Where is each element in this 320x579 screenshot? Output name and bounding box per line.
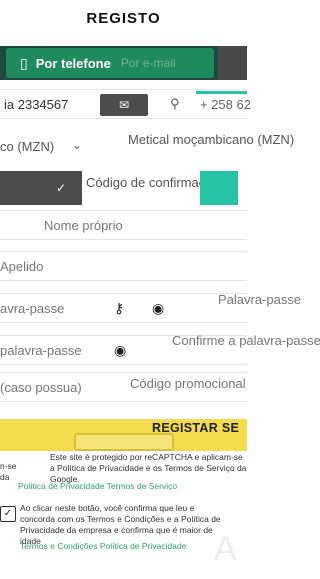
watermark-letter-icon: A — [214, 530, 237, 568]
phone-field[interactable]: ia 2334567 ✉ ⚲ + 258 62 — [0, 89, 251, 119]
promo-placeholder-left: (caso possua) — [0, 380, 82, 395]
page-title: REGISTO — [86, 10, 161, 27]
confirmation-code-row: ✓ Código de confirmação — [0, 171, 247, 205]
mail-icon-button[interactable]: ✉ — [100, 94, 148, 116]
tab-by-phone[interactable]: ▯ Por telefone Por e-mail — [6, 48, 214, 78]
phone-icon: ▯ — [20, 54, 28, 71]
eye-off-icon[interactable]: ◉ — [114, 342, 126, 359]
registration-tabs: ▯ Por telefone Por e-mail — [0, 46, 247, 80]
flag-icon: ⚲ — [170, 96, 180, 111]
promo-placeholder-right: Código promocional — [130, 376, 246, 391]
tab-by-email[interactable] — [218, 46, 247, 80]
first-name-placeholder: Nome próprio — [44, 218, 123, 233]
promo-code-field[interactable]: (caso possua) Código promocional — [0, 372, 247, 402]
currency-value: Metical moçambicano (MZN) — [128, 132, 295, 147]
last-name-placeholder: Apelido — [0, 259, 44, 274]
check-icon: ✓ — [55, 181, 67, 195]
last-name-field[interactable]: Apelido — [0, 251, 247, 281]
phone-number-value: ia 2334567 — [4, 97, 69, 112]
code-accent — [200, 171, 238, 205]
password-placeholder-left: avra-passe — [0, 301, 65, 316]
first-name-field[interactable]: Nome próprio — [0, 210, 247, 240]
phone-prefix: + 258 62 — [200, 97, 251, 112]
chevron-down-icon: ⌄ — [72, 138, 83, 152]
eye-off-icon[interactable]: ◉ — [152, 300, 164, 317]
send-code-button[interactable]: ✓ — [0, 171, 82, 205]
tab-ghost-label: Por e-mail — [120, 56, 176, 70]
ghost-policy-links[interactable]: Política de Privacidade Termos de Serviç… — [18, 481, 247, 492]
confirm-password-placeholder-left: palavra-passe — [0, 343, 82, 358]
currency-select[interactable]: co (MZN) ⌄ Metical moçambicano (MZN) — [0, 129, 294, 163]
currency-value-left: co (MZN) — [0, 139, 55, 154]
left-snippet: n-se da — [0, 461, 17, 482]
accent-bar — [196, 91, 247, 94]
register-button[interactable]: REGISTAR SE — [0, 419, 247, 451]
ghost-consent-links[interactable]: Termos e Condições Política de Privacida… — [20, 541, 220, 552]
key-icon: ⚷ — [114, 300, 125, 316]
register-button-ghost — [74, 433, 174, 451]
password-field[interactable]: avra-passe ⚷ ◉ Palavra-passe — [0, 292, 301, 323]
tab-by-phone-label: Por telefone — [35, 55, 111, 71]
password-placeholder-right: Palavra-passe — [218, 292, 302, 307]
confirm-password-placeholder-right: Confirme a palavra-passe — [172, 333, 320, 348]
confirm-password-field[interactable]: palavra-passe ◉ Confirme a palavra-passe — [0, 333, 320, 365]
